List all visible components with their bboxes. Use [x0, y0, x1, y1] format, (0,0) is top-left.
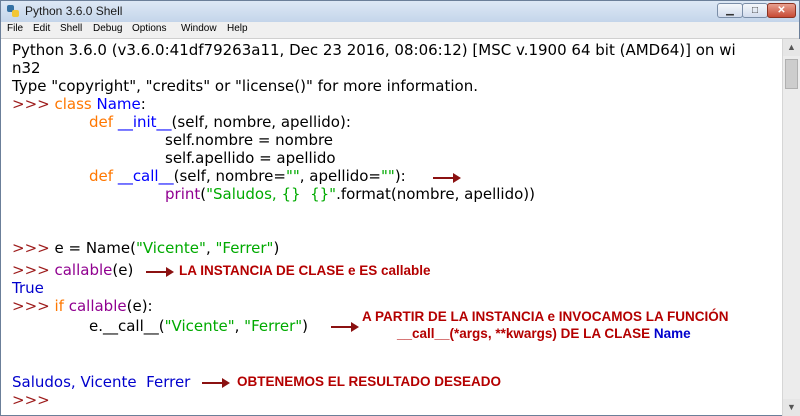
- code-line-print: print("Saludos, {} {}".format(nombre, ap…: [165, 185, 535, 203]
- banner-line-2: n32: [12, 59, 41, 77]
- code-text: (e):: [126, 297, 153, 315]
- code-text: ): [302, 317, 309, 335]
- code-text: e.__call__(: [89, 317, 165, 335]
- code-line-call: e.__call__("Vicente", "Ferrer"): [89, 317, 308, 335]
- code-text: ,: [234, 317, 245, 335]
- string: "Saludos, {} {}": [206, 185, 337, 203]
- string: "Ferrer": [215, 239, 274, 257]
- code-text: ):: [394, 167, 406, 185]
- annotation-invoke-line-1: A PARTIR DE LA INSTANCIA e INVOCAMOS LA …: [362, 309, 729, 324]
- menu-file[interactable]: File: [7, 23, 23, 34]
- python-icon: [7, 5, 19, 17]
- maximize-button[interactable]: □: [742, 3, 768, 18]
- output-true: True: [12, 279, 44, 297]
- menu-bar: File Edit Shell Debug Options Window Hel…: [1, 22, 799, 39]
- code-text: ): [273, 239, 280, 257]
- function-name: __init__: [117, 113, 172, 131]
- builtin: callable: [54, 261, 113, 279]
- prompt: >>>: [12, 261, 55, 279]
- arrow-icon: [146, 267, 174, 277]
- code-line-callable: >>> callable(e): [12, 261, 133, 279]
- code-text: (self, nombre=: [173, 167, 286, 185]
- string: "": [381, 167, 395, 185]
- banner-line-1: Python 3.6.0 (v3.6.0:41df79263a11, Dec 2…: [12, 41, 736, 59]
- prompt: >>>: [12, 95, 55, 113]
- annotation-result: OBTENEMOS EL RESULTADO DESEADO: [237, 374, 502, 389]
- minimize-button[interactable]: ▁: [717, 3, 743, 18]
- close-button[interactable]: ✕: [767, 3, 796, 18]
- code-line-if: >>> if callable(e):: [12, 297, 153, 315]
- scroll-thumb[interactable]: [785, 59, 798, 89]
- code-line-class: >>> class Name:: [12, 95, 146, 113]
- menu-help[interactable]: Help: [227, 23, 248, 34]
- annotation-text: __call__(*args, **kwargs) DE LA CLASE: [397, 326, 654, 341]
- punctuation: :: [140, 95, 146, 113]
- annotation-class-name: Name: [653, 326, 691, 341]
- code-text: (e): [112, 261, 134, 279]
- code-line-def-init: def __init__(self, nombre, apellido):: [89, 113, 351, 131]
- annotation-callable: LA INSTANCIA DE CLASE e ES callable: [179, 263, 431, 278]
- window-title: Python 3.6.0 Shell: [25, 4, 123, 18]
- arrow-icon: [433, 173, 461, 183]
- keyword: if: [54, 297, 64, 315]
- scroll-up-icon[interactable]: ▲: [783, 39, 800, 56]
- vertical-scrollbar[interactable]: ▲ ▼: [782, 39, 800, 416]
- string: "Ferrer": [244, 317, 303, 335]
- code-text: , apellido=: [299, 167, 381, 185]
- keyword: class: [54, 95, 92, 113]
- builtin: callable: [68, 297, 127, 315]
- class-name: Name: [96, 95, 141, 113]
- menu-options[interactable]: Options: [132, 23, 166, 34]
- output-saludos: Saludos, Vicente Ferrer: [12, 373, 191, 391]
- keyword: def: [89, 167, 114, 185]
- keyword: def: [89, 113, 114, 131]
- string: "Vicente": [164, 317, 235, 335]
- shell-text-area[interactable]: Python 3.6.0 (v3.6.0:41df79263a11, Dec 2…: [1, 39, 782, 416]
- idle-shell-window: Python 3.6.0 Shell ▁ □ ✕ File Edit Shell…: [0, 0, 800, 416]
- code-text: e = Name(: [54, 239, 136, 257]
- banner-line-3: Type "copyright", "credits" or "license(…: [12, 77, 478, 95]
- string: "": [285, 167, 300, 185]
- code-text: (self, nombre, apellido):: [171, 113, 351, 131]
- prompt: >>>: [12, 297, 55, 315]
- code-line-assign-nombre: self.nombre = nombre: [165, 131, 334, 149]
- prompt: >>>: [12, 239, 55, 257]
- arrow-icon: [202, 378, 230, 388]
- builtin: print: [165, 185, 201, 203]
- code-text: .format(nombre, apellido)): [336, 185, 535, 203]
- arrow-icon: [331, 322, 359, 332]
- menu-debug[interactable]: Debug: [93, 23, 122, 34]
- code-line-def-call: def __call__(self, nombre="", apellido="…: [89, 167, 406, 185]
- prompt-empty[interactable]: >>>: [12, 391, 50, 409]
- scroll-down-icon[interactable]: ▼: [783, 399, 800, 416]
- code-line-instance: >>> e = Name("Vicente", "Ferrer"): [12, 239, 279, 257]
- menu-shell[interactable]: Shell: [60, 23, 82, 34]
- annotation-invoke-line-2: __call__(*args, **kwargs) DE LA CLASE Na…: [397, 326, 691, 341]
- string: "Vicente": [135, 239, 206, 257]
- code-line-assign-apellido: self.apellido = apellido: [165, 149, 336, 167]
- title-bar[interactable]: Python 3.6.0 Shell ▁ □ ✕: [1, 1, 799, 23]
- menu-edit[interactable]: Edit: [33, 23, 50, 34]
- menu-window[interactable]: Window: [181, 23, 217, 34]
- function-name: __call__: [117, 167, 174, 185]
